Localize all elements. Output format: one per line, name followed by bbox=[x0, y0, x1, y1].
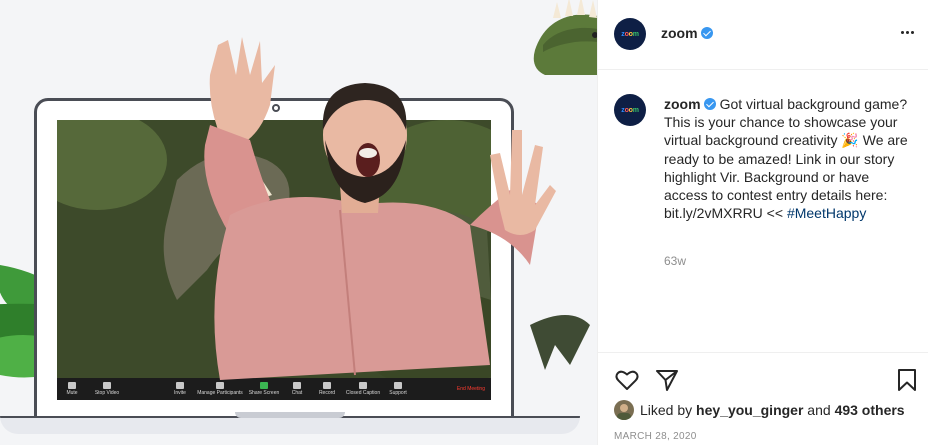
avatar-letter: m bbox=[632, 106, 639, 114]
mute-label: Mute bbox=[66, 390, 78, 396]
caption-separator: << bbox=[762, 205, 787, 222]
microphone-icon bbox=[68, 382, 76, 389]
action-bar bbox=[598, 352, 928, 407]
post-image[interactable]: Mute Stop Video Invite Manage Participan… bbox=[0, 0, 597, 445]
excited-man-illustration bbox=[204, 37, 590, 380]
verified-badge-icon bbox=[703, 98, 716, 110]
more-options-icon[interactable] bbox=[896, 22, 918, 42]
verified-badge-icon bbox=[700, 27, 713, 39]
liked-by-prefix: Liked by bbox=[640, 402, 697, 418]
liker-avatar[interactable] bbox=[614, 400, 634, 420]
bookmark-icon[interactable] bbox=[894, 367, 920, 393]
post-header: zoom zoom bbox=[598, 0, 928, 70]
account-avatar[interactable]: zoom bbox=[614, 18, 646, 50]
account-name-row: zoom bbox=[661, 25, 713, 41]
likes-count[interactable]: 493 others bbox=[835, 402, 905, 418]
laptop-base bbox=[0, 416, 580, 434]
caption-avatar[interactable]: zoom bbox=[614, 94, 646, 126]
caption-username[interactable]: zoom bbox=[664, 96, 701, 112]
liked-by-and: and bbox=[803, 402, 835, 418]
laptop-notch bbox=[235, 412, 345, 418]
post-date[interactable]: MARCH 28, 2020 bbox=[614, 431, 697, 442]
post-detail-panel: zoom zoom zoom zoom Got virtual backgroun… bbox=[597, 0, 928, 445]
paper-plane-icon[interactable] bbox=[654, 367, 680, 393]
post-caption: zoom Got virtual background game? This is… bbox=[664, 95, 914, 222]
account-username[interactable]: zoom bbox=[661, 25, 698, 41]
heart-icon[interactable] bbox=[614, 367, 640, 393]
caption-text: Got virtual background game? This is you… bbox=[664, 96, 908, 204]
caption-link[interactable]: bit.ly/2vMXRRU bbox=[664, 205, 763, 221]
likes-summary: Liked by hey_you_ginger and 493 others bbox=[614, 400, 905, 420]
caption-hashtag[interactable]: #MeetHappy bbox=[787, 205, 866, 221]
avatar-letter: m bbox=[632, 30, 639, 38]
caption-timestamp[interactable]: 63w bbox=[664, 254, 686, 268]
liker-username[interactable]: hey_you_ginger bbox=[696, 402, 803, 418]
